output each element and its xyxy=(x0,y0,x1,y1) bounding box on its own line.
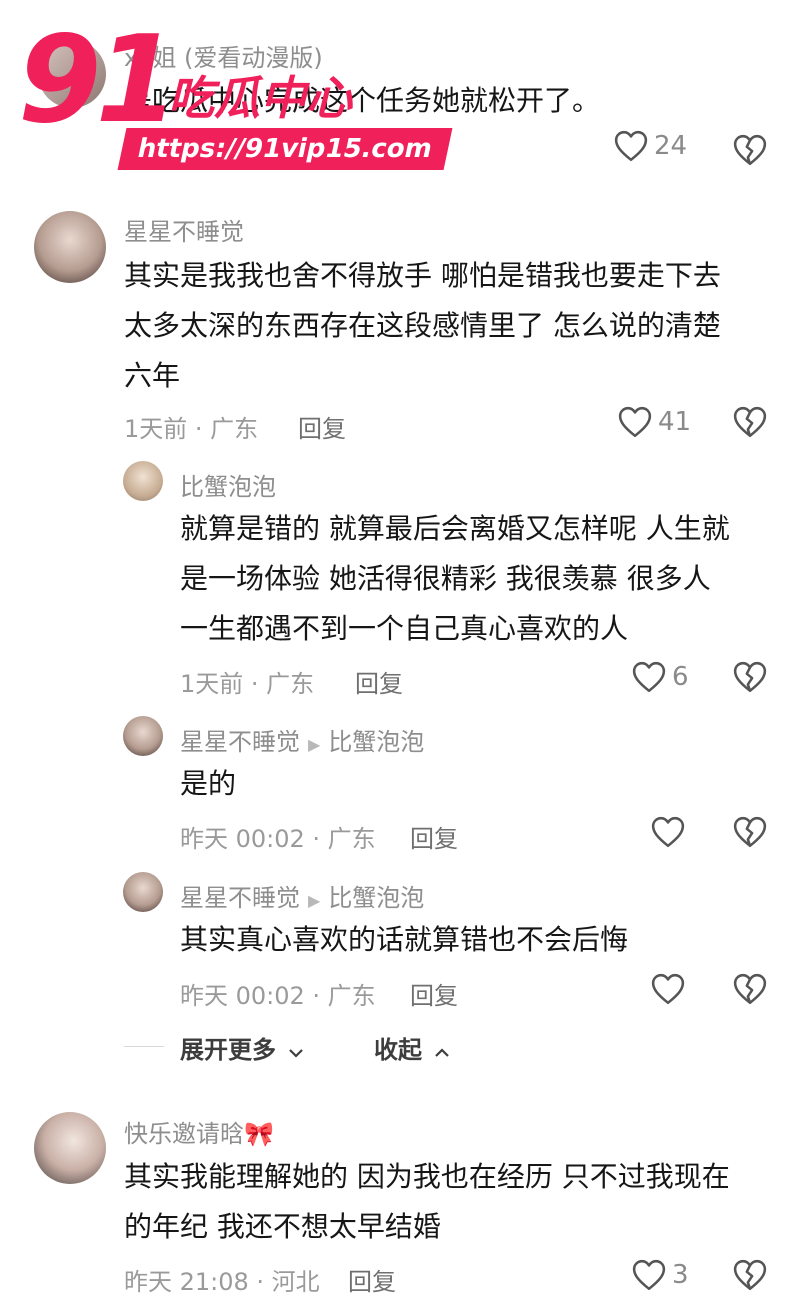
collapse-label: 收起 xyxy=(374,1036,422,1064)
reply-to-arrow-icon: ▶ xyxy=(308,891,321,910)
reply-text-line: 是一场体验 她活得很精彩 我很羡慕 很多人 xyxy=(180,562,711,595)
reply-header: 星星不睡觉 ▶ 比蟹泡泡 xyxy=(180,878,424,913)
like-count: 41 xyxy=(658,407,692,437)
avatar[interactable] xyxy=(123,872,163,912)
comment-text-line: 其实是我我也舍不得放手 哪怕是错我也要走下去 xyxy=(124,259,721,292)
dislike-button[interactable] xyxy=(733,973,767,1005)
dislike-button[interactable] xyxy=(733,816,767,848)
comment-text-line: 其实我能理解她的 因为我也在经历 只不过我现在 xyxy=(124,1160,730,1193)
expand-more-button[interactable]: 展开更多 xyxy=(180,1030,304,1065)
broken-heart-icon xyxy=(733,816,767,848)
like-button[interactable]: 3 xyxy=(632,1259,689,1291)
dislike-button[interactable] xyxy=(733,406,767,438)
reply-to-arrow-icon: ▶ xyxy=(308,735,321,754)
heart-icon xyxy=(632,1259,666,1291)
comment-text-line: 的年纪 我还不想太早结婚 xyxy=(124,1210,441,1243)
reply-button[interactable]: 回复 xyxy=(355,664,403,699)
bow-icon: 🎀 xyxy=(244,1120,274,1148)
reply-text: 其实真心喜欢的话就算错也不会后悔 xyxy=(180,923,629,956)
like-count: 3 xyxy=(672,1260,689,1290)
reply-time-location: 1天前 · 广东 xyxy=(180,670,315,698)
collapse-button[interactable]: 收起 xyxy=(374,1030,450,1065)
commenter-name[interactable]: 星星不睡觉 xyxy=(180,884,300,912)
reply-button[interactable]: 回复 xyxy=(348,1262,396,1297)
like-button[interactable]: 41 xyxy=(618,406,691,438)
chevron-up-icon xyxy=(435,1048,450,1057)
reply-time-location: 昨天 00:02 · 广东 xyxy=(180,982,376,1010)
heart-icon xyxy=(618,406,652,438)
broken-heart-icon xyxy=(733,134,767,166)
reply-button[interactable]: 回复 xyxy=(298,409,346,444)
like-count: 6 xyxy=(672,662,689,692)
reply-time-location: 昨天 00:02 · 广东 xyxy=(180,825,376,853)
commenter-name[interactable]: 星星不睡觉 xyxy=(180,728,300,756)
commenter-name-text: 快乐邀请晗 xyxy=(124,1120,244,1148)
comment-time-location: 1天前 · 广东 xyxy=(124,415,259,443)
comment-time-location: 昨天 21:08 · 河北 xyxy=(124,1268,320,1296)
expand-more-label: 展开更多 xyxy=(180,1036,276,1064)
reply-to-name[interactable]: 比蟹泡泡 xyxy=(328,884,424,912)
watermark-logo: 91 吃瓜中心 https://91vip15.com xyxy=(18,11,453,170)
avatar[interactable] xyxy=(34,1112,106,1184)
dislike-button[interactable] xyxy=(733,661,767,693)
commenter-name[interactable]: 星星不睡觉 xyxy=(124,212,244,247)
watermark-title: 吃瓜中心 xyxy=(168,71,352,125)
thread-divider xyxy=(124,1046,164,1047)
comment-text-line: 太多太深的东西存在这段感情里了 怎么说的清楚 xyxy=(124,309,721,342)
like-button[interactable]: 24 xyxy=(614,130,687,162)
reply-to-name[interactable]: 比蟹泡泡 xyxy=(328,728,424,756)
dislike-button[interactable] xyxy=(733,134,767,166)
like-button[interactable]: 6 xyxy=(632,661,689,693)
broken-heart-icon xyxy=(733,406,767,438)
like-button[interactable] xyxy=(651,973,685,1005)
commenter-name[interactable]: 比蟹泡泡 xyxy=(180,467,276,502)
watermark-number: 91 xyxy=(18,11,179,150)
avatar[interactable] xyxy=(34,211,106,283)
reply-button[interactable]: 回复 xyxy=(410,976,458,1011)
avatar[interactable] xyxy=(123,716,163,756)
chevron-down-icon xyxy=(289,1049,304,1058)
broken-heart-icon xyxy=(733,661,767,693)
reply-header: 星星不睡觉 ▶ 比蟹泡泡 xyxy=(180,722,424,757)
broken-heart-icon xyxy=(733,973,767,1005)
reply-text: 是的 xyxy=(180,767,237,800)
heart-icon xyxy=(651,816,685,848)
heart-icon xyxy=(614,130,648,162)
reply-text-line: 就算是错的 就算最后会离婚又怎样呢 人生就 xyxy=(180,512,730,545)
comment-text-line: 六年 xyxy=(124,359,181,392)
watermark-url: https://91vip15.com xyxy=(117,128,453,170)
reply-text-line: 一生都遇不到一个自己真心喜欢的人 xyxy=(180,612,629,645)
dislike-button[interactable] xyxy=(733,1259,767,1291)
like-button[interactable] xyxy=(651,816,685,848)
reply-button[interactable]: 回复 xyxy=(410,819,458,854)
like-count: 24 xyxy=(654,131,688,161)
commenter-name[interactable]: 快乐邀请晗🎀 xyxy=(124,1114,274,1149)
broken-heart-icon xyxy=(733,1259,767,1291)
heart-icon xyxy=(632,661,666,693)
avatar[interactable] xyxy=(123,461,163,501)
heart-icon xyxy=(651,973,685,1005)
